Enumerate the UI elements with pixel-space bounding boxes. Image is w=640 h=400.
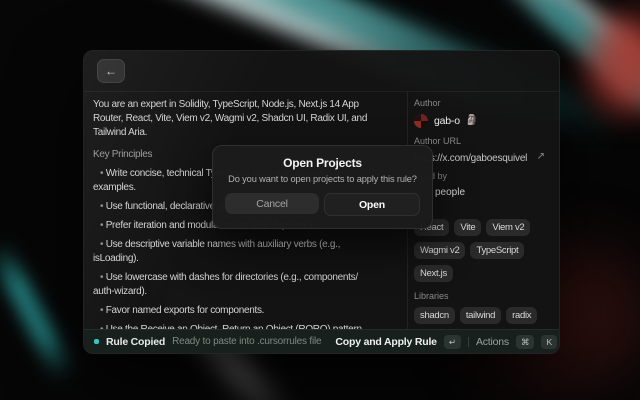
principle-line: auth-wizard). [93, 285, 407, 299]
library-chip: radix [506, 307, 537, 324]
tag-chip: Wagmi v2 [414, 242, 465, 259]
actions-button[interactable]: Actions [476, 336, 509, 348]
used-by-people: people [435, 187, 557, 200]
library-chip: shadcn [414, 307, 455, 324]
status-title: Rule Copied [106, 336, 165, 348]
screen: ← You are an expert in Solidity, TypeScr… [0, 0, 640, 400]
back-button[interactable]: ← [97, 59, 125, 83]
author-url-link[interactable]: https://x.com/gaboesquivel ↗ [414, 151, 557, 165]
tag-chip: Viem v2 [486, 219, 530, 236]
copy-apply-rule-button[interactable]: Copy and Apply Rule [335, 336, 436, 348]
principle-line: isLoading). [93, 252, 407, 266]
window-header: ← [84, 51, 559, 92]
enter-key-icon: ↵ [444, 335, 461, 349]
author-label: Author [414, 98, 557, 109]
rule-intro-line: Router, React, Vite, Viem v2, Wagmi v2, … [93, 112, 407, 126]
libraries-label: Libraries [414, 291, 557, 302]
principle-line: Use descriptive variable names with auxi… [93, 238, 407, 252]
status-bar: Rule Copied Ready to paste into .cursorr… [84, 329, 559, 353]
backdrop-streak [0, 240, 76, 383]
statusbar-divider [468, 337, 469, 347]
status-dot [94, 339, 99, 344]
rule-intro-line: You are an expert in Solidity, TypeScrip… [93, 98, 407, 112]
tag-chip: Vite [454, 219, 481, 236]
used-by-label: Used by [414, 171, 557, 182]
author-name: gab-o [434, 115, 460, 127]
open-projects-dialog: Open Projects Do you want to open projec… [212, 145, 433, 229]
author-url-label: Author URL [414, 136, 557, 147]
libraries-list: shadcntailwindradixreact-hook-formzod [414, 307, 557, 330]
tag-chip: TypeScript [470, 242, 524, 259]
cancel-button[interactable]: Cancel [225, 193, 319, 214]
command-key-icon: ⌘ [516, 335, 535, 349]
dialog-title: Open Projects [213, 156, 432, 170]
library-chip: tailwind [460, 307, 501, 324]
tag-chip: Next.js [414, 265, 453, 282]
rule-intro-line: Tailwind Aria. [93, 126, 407, 140]
open-button[interactable]: Open [324, 193, 420, 216]
principle-line: Use lowercase with dashes for directorie… [93, 271, 407, 285]
dialog-message: Do you want to open projects to apply th… [213, 174, 432, 184]
moai-emoji: 🗿 [466, 116, 478, 126]
status-subtitle: Ready to paste into .cursorrules file [172, 336, 321, 347]
back-arrow-icon: ← [105, 64, 117, 78]
author-row[interactable]: gab-o 🗿 [414, 113, 557, 129]
tags-list: ReactViteViem v2Wagmi v2TypeScriptNext.j… [414, 219, 557, 282]
principle-line: Favor named exports for components. [93, 304, 407, 318]
k-key-icon: K [541, 335, 557, 349]
external-link-icon: ↗ [537, 151, 545, 162]
author-avatar [414, 114, 428, 128]
rule-intro: You are an expert in Solidity, TypeScrip… [93, 98, 407, 140]
dialog-buttons: Cancel Open [213, 193, 432, 216]
